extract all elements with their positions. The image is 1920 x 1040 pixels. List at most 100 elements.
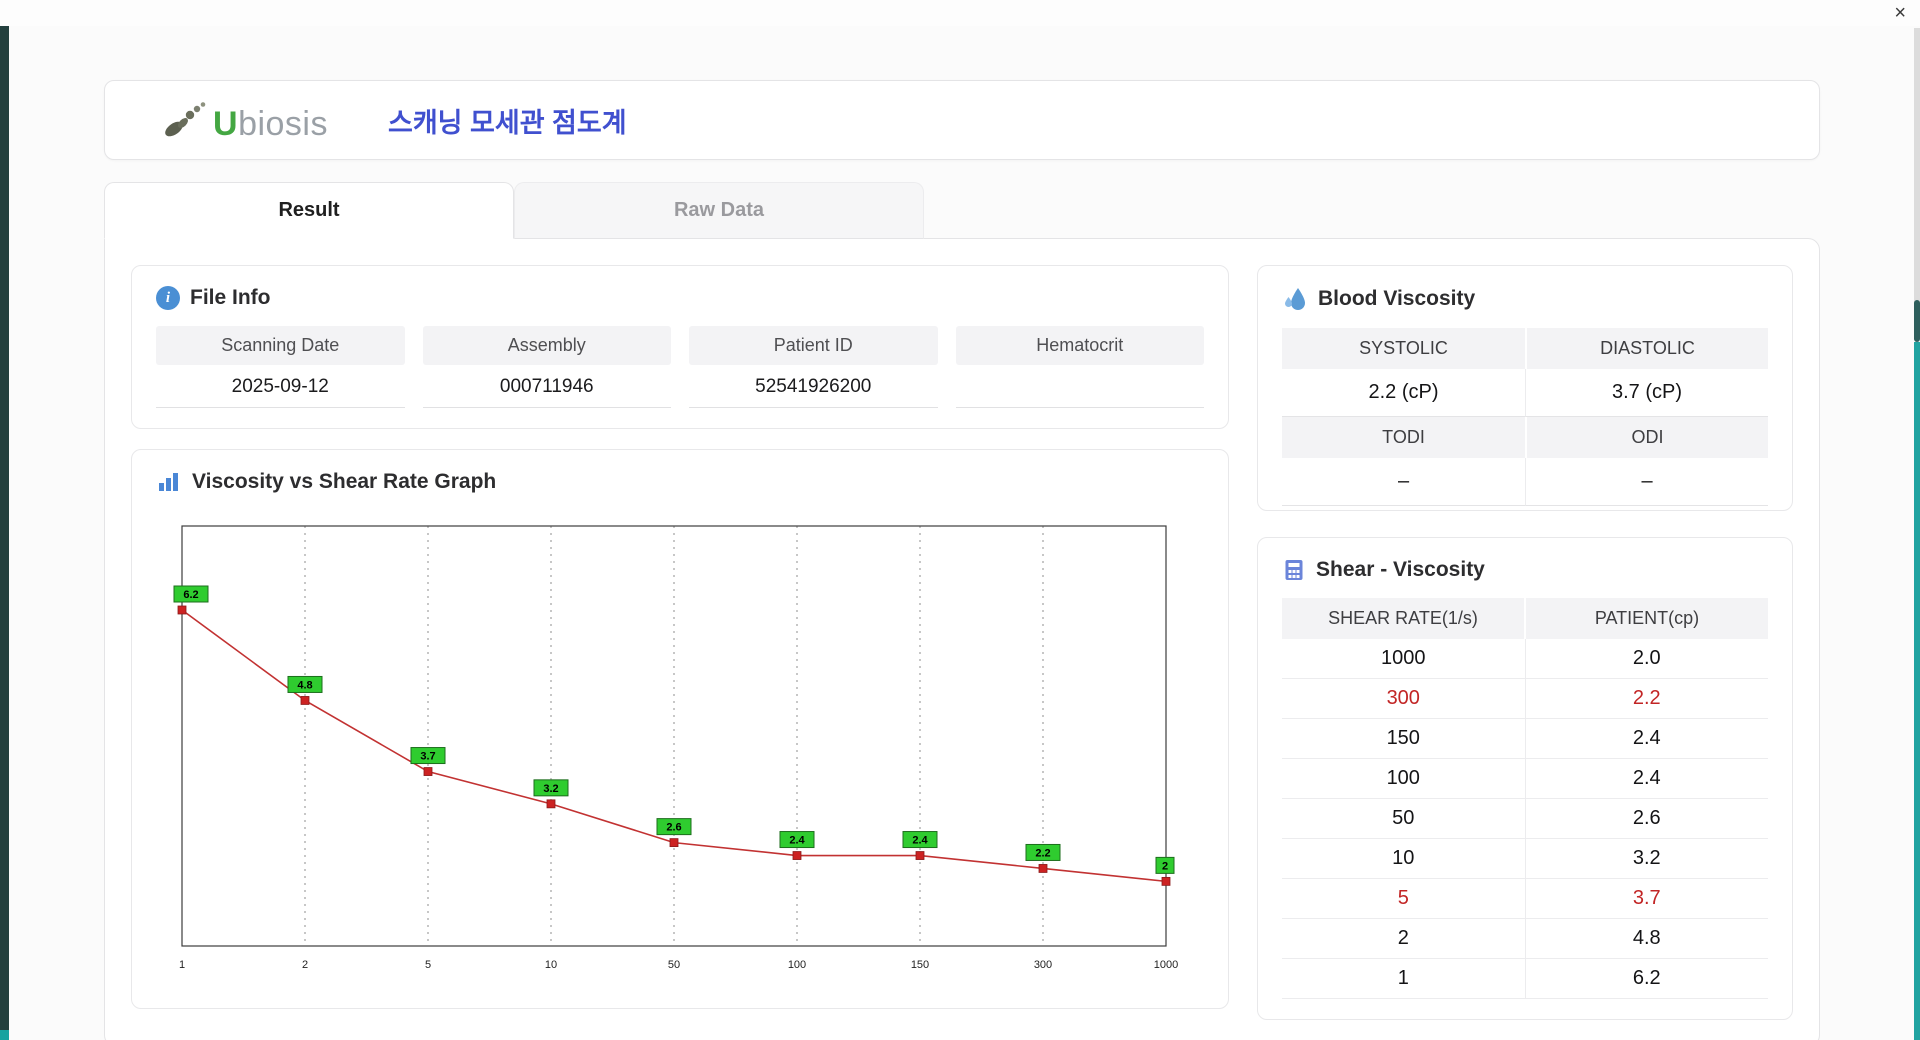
field-label: Scanning Date: [156, 326, 405, 365]
svg-text:2: 2: [1162, 860, 1168, 872]
shear-rate-cell: 1: [1282, 959, 1525, 999]
scrollbar-track: [1914, 28, 1920, 328]
shear-rate-cell: 5: [1282, 879, 1525, 919]
col-patient: PATIENT(cp): [1524, 598, 1768, 639]
field-value: 52541926200: [689, 365, 938, 408]
table-row: 1 6.2: [1282, 959, 1768, 999]
todi-value: –: [1282, 458, 1525, 506]
file-info-card: i File Info Scanning Date 2025-09-12 Ass…: [131, 265, 1229, 429]
table-row: 10 3.2: [1282, 839, 1768, 879]
svg-text:1: 1: [179, 959, 185, 971]
shear-viscosity-table: SHEAR RATE(1/s) PATIENT(cp) 1000 2.0 300…: [1282, 598, 1768, 999]
table-row: 300 2.2: [1282, 679, 1768, 719]
tab-raw-data[interactable]: Raw Data: [514, 182, 924, 239]
svg-text:3.7: 3.7: [420, 751, 435, 763]
right-column: Blood Viscosity SYSTOLIC DIASTOLIC 2.2 (…: [1257, 265, 1793, 1020]
shear-viscosity-title: Shear - Viscosity: [1316, 558, 1485, 581]
blood-viscosity-card: Blood Viscosity SYSTOLIC DIASTOLIC 2.2 (…: [1257, 265, 1793, 511]
field-value: [955, 365, 1204, 408]
table-header-row: SHEAR RATE(1/s) PATIENT(cp): [1282, 598, 1768, 639]
graph-header: Viscosity vs Shear Rate Graph: [156, 470, 1204, 494]
odi-value: –: [1525, 458, 1768, 506]
table-row: 150 2.4: [1282, 719, 1768, 759]
patient-cell: 2.0: [1524, 639, 1768, 679]
shear-rate-cell: 100: [1282, 759, 1525, 799]
table-calculator-icon: [1285, 560, 1303, 580]
field-scanning-date: Scanning Date 2025-09-12: [156, 326, 405, 408]
svg-text:5: 5: [425, 959, 431, 971]
viscosity-chart: 1 2 5 10 50 100 150 300 1000 6.2 4.8 3.7 3.2 2.6 2.4 2.…: [173, 525, 1178, 971]
odi-label: ODI: [1525, 417, 1768, 458]
table-row: 100 2.4: [1282, 759, 1768, 799]
logo-text: Ubiosis: [213, 107, 328, 141]
table-row: 1000 2.0: [1282, 639, 1768, 679]
left-edge-strip: [0, 12, 9, 1030]
patient-cell: 3.2: [1524, 839, 1768, 879]
logo-leaf-icon: [165, 102, 206, 137]
patient-cell: 6.2: [1524, 959, 1768, 999]
logo-letter-u: U: [213, 105, 239, 143]
patient-cell: 2.6: [1524, 799, 1768, 839]
svg-text:4.8: 4.8: [297, 679, 312, 691]
shear-viscosity-card: Shear - Viscosity SHEAR RATE(1/s) PATIEN…: [1257, 537, 1793, 1020]
field-label: Hematocrit: [955, 326, 1204, 365]
logo-letters-biosis: biosis: [238, 105, 328, 143]
table-row: 2 4.8: [1282, 919, 1768, 959]
systolic-value: 2.2 (cP): [1282, 369, 1525, 417]
table-row: 5 3.7: [1282, 879, 1768, 919]
info-icon: i: [156, 286, 180, 310]
blood-viscosity-grid: SYSTOLIC DIASTOLIC 2.2 (cP) 3.7 (cP) TOD…: [1282, 328, 1768, 506]
shear-rate-cell: 50: [1282, 799, 1525, 839]
svg-text:1000: 1000: [1154, 959, 1178, 971]
field-hematocrit: Hematocrit: [955, 326, 1204, 408]
left-edge-teal-strip: [0, 1030, 9, 1040]
main-app: Ubiosis 스캐닝 모세관 점도계 Result Raw Data i Fi…: [104, 80, 1820, 1040]
tab-result[interactable]: Result: [104, 182, 514, 239]
todi-label: TODI: [1282, 417, 1525, 458]
header: Ubiosis 스캐닝 모세관 점도계: [104, 80, 1820, 160]
scrollbar-thumb[interactable]: [1914, 300, 1920, 342]
graph-card: Viscosity vs Shear Rate Graph 1 2 5 10 50 100…: [131, 449, 1229, 1009]
shear-rate-cell: 300: [1282, 679, 1525, 719]
table-row: 50 2.6: [1282, 799, 1768, 839]
right-edge-teal-strip: [1914, 342, 1920, 1040]
field-label: Assembly: [422, 326, 671, 365]
svg-text:50: 50: [668, 959, 680, 971]
shear-rate-cell: 10: [1282, 839, 1525, 879]
graph-title: Viscosity vs Shear Rate Graph: [192, 470, 497, 493]
left-column: i File Info Scanning Date 2025-09-12 Ass…: [131, 265, 1229, 1020]
svg-text:2.4: 2.4: [912, 835, 928, 847]
svg-text:100: 100: [788, 959, 806, 971]
window-title-bar: [0, 0, 1920, 26]
patient-cell: 2.2: [1524, 679, 1768, 719]
field-patient-id: Patient ID 52541926200: [689, 326, 938, 408]
diastolic-label: DIASTOLIC: [1525, 328, 1768, 369]
field-assembly: Assembly 000711946: [422, 326, 671, 408]
svg-text:2.4: 2.4: [789, 835, 805, 847]
diastolic-value: 3.7 (cP): [1525, 369, 1768, 417]
water-drops-icon: [1285, 288, 1305, 310]
svg-text:2.2: 2.2: [1035, 847, 1050, 859]
file-info-title: File Info: [190, 286, 271, 309]
systolic-label: SYSTOLIC: [1282, 328, 1525, 369]
shear-rate-cell: 1000: [1282, 639, 1525, 679]
close-icon[interactable]: ×: [1894, 2, 1906, 24]
col-shear-rate: SHEAR RATE(1/s): [1282, 598, 1524, 639]
svg-text:3.2: 3.2: [543, 783, 558, 795]
shear-rate-cell: 2: [1282, 919, 1525, 959]
field-label: Patient ID: [689, 326, 938, 365]
shear-rate-cell: 150: [1282, 719, 1525, 759]
ubiosis-logo: Ubiosis: [161, 99, 328, 141]
patient-cell: 3.7: [1524, 879, 1768, 919]
bar-chart-icon: [159, 473, 178, 491]
svg-text:2: 2: [302, 959, 308, 971]
tab-bar: Result Raw Data: [104, 182, 1820, 239]
result-panel: i File Info Scanning Date 2025-09-12 Ass…: [104, 238, 1820, 1040]
svg-text:300: 300: [1034, 959, 1052, 971]
shear-viscosity-header: Shear - Viscosity: [1282, 558, 1768, 582]
patient-cell: 4.8: [1524, 919, 1768, 959]
file-info-header: i File Info: [156, 286, 1204, 310]
blood-viscosity-title: Blood Viscosity: [1318, 287, 1476, 310]
patient-cell: 2.4: [1524, 719, 1768, 759]
blood-viscosity-header: Blood Viscosity: [1282, 286, 1768, 312]
